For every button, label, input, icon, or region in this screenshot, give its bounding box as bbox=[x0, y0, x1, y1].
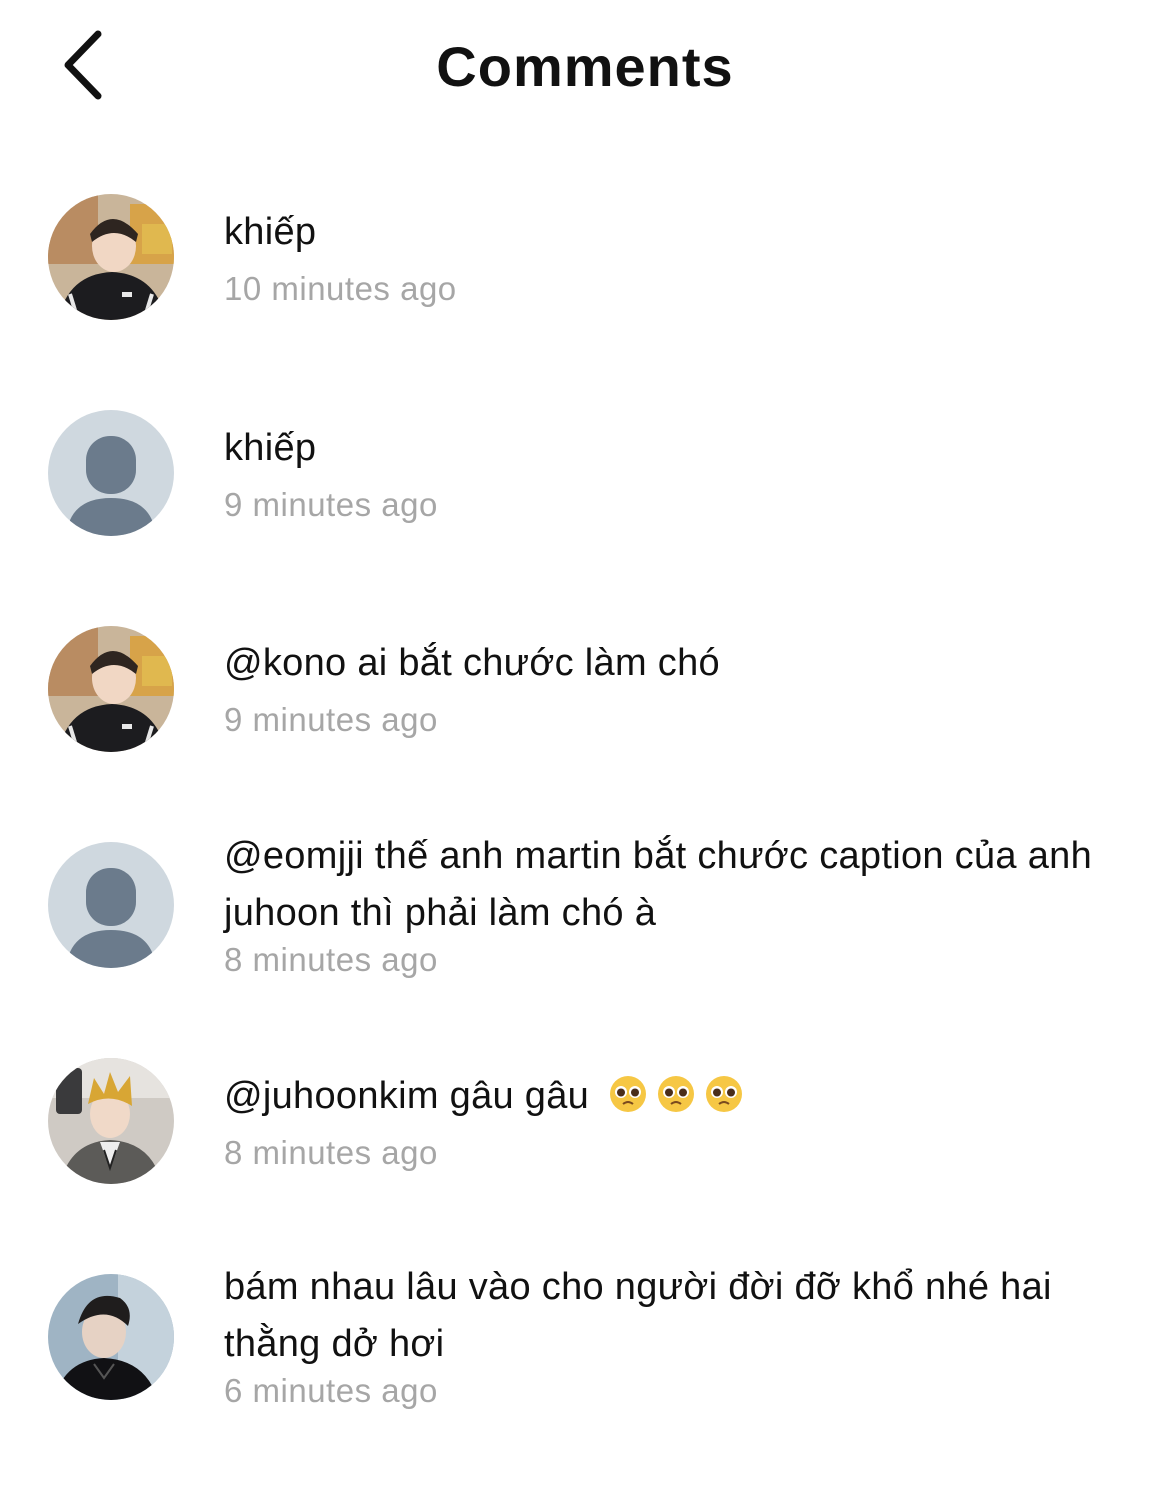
comment-timestamp: 9 minutes ago bbox=[224, 486, 438, 523]
comment-timestamp: 10 minutes ago bbox=[224, 270, 457, 307]
user-avatar[interactable] bbox=[48, 1274, 174, 1400]
pleading-face-emoji-icon bbox=[705, 1076, 742, 1112]
user-avatar[interactable] bbox=[48, 194, 174, 320]
user-avatar[interactable] bbox=[48, 410, 174, 536]
user-avatar[interactable] bbox=[48, 626, 174, 752]
comment-text: @eomjji thế anh martin bắt chước caption… bbox=[224, 835, 1093, 934]
pleading-face-emoji-icon bbox=[657, 1076, 694, 1112]
comment-timestamp: 9 minutes ago bbox=[224, 701, 438, 738]
comment-text: @juhoonkim gâu gâu bbox=[224, 1068, 1124, 1125]
comment-text: bám nhau lâu vào cho người đời đỡ khổ nh… bbox=[224, 1266, 1052, 1365]
comment-timestamp: 8 minutes ago bbox=[224, 941, 438, 978]
emoji-group bbox=[600, 1075, 744, 1117]
default-avatar-icon bbox=[48, 410, 174, 536]
comment-timestamp: 6 minutes ago bbox=[224, 1372, 438, 1409]
comment-text: khiếp bbox=[224, 427, 317, 469]
comment-text: @kono ai bắt chước làm chó bbox=[224, 642, 720, 684]
comment-timestamp: 8 minutes ago bbox=[224, 1134, 438, 1171]
page-title: Comments bbox=[436, 35, 734, 98]
default-avatar-icon bbox=[48, 842, 174, 968]
pleading-face-emoji-icon bbox=[609, 1076, 646, 1112]
header: Comments bbox=[0, 0, 1170, 130]
comment-text-content: @juhoonkim gâu gâu bbox=[224, 1075, 590, 1117]
comment-text: khiếp bbox=[224, 211, 317, 253]
user-avatar[interactable] bbox=[48, 1058, 174, 1184]
user-avatar[interactable] bbox=[48, 842, 174, 968]
